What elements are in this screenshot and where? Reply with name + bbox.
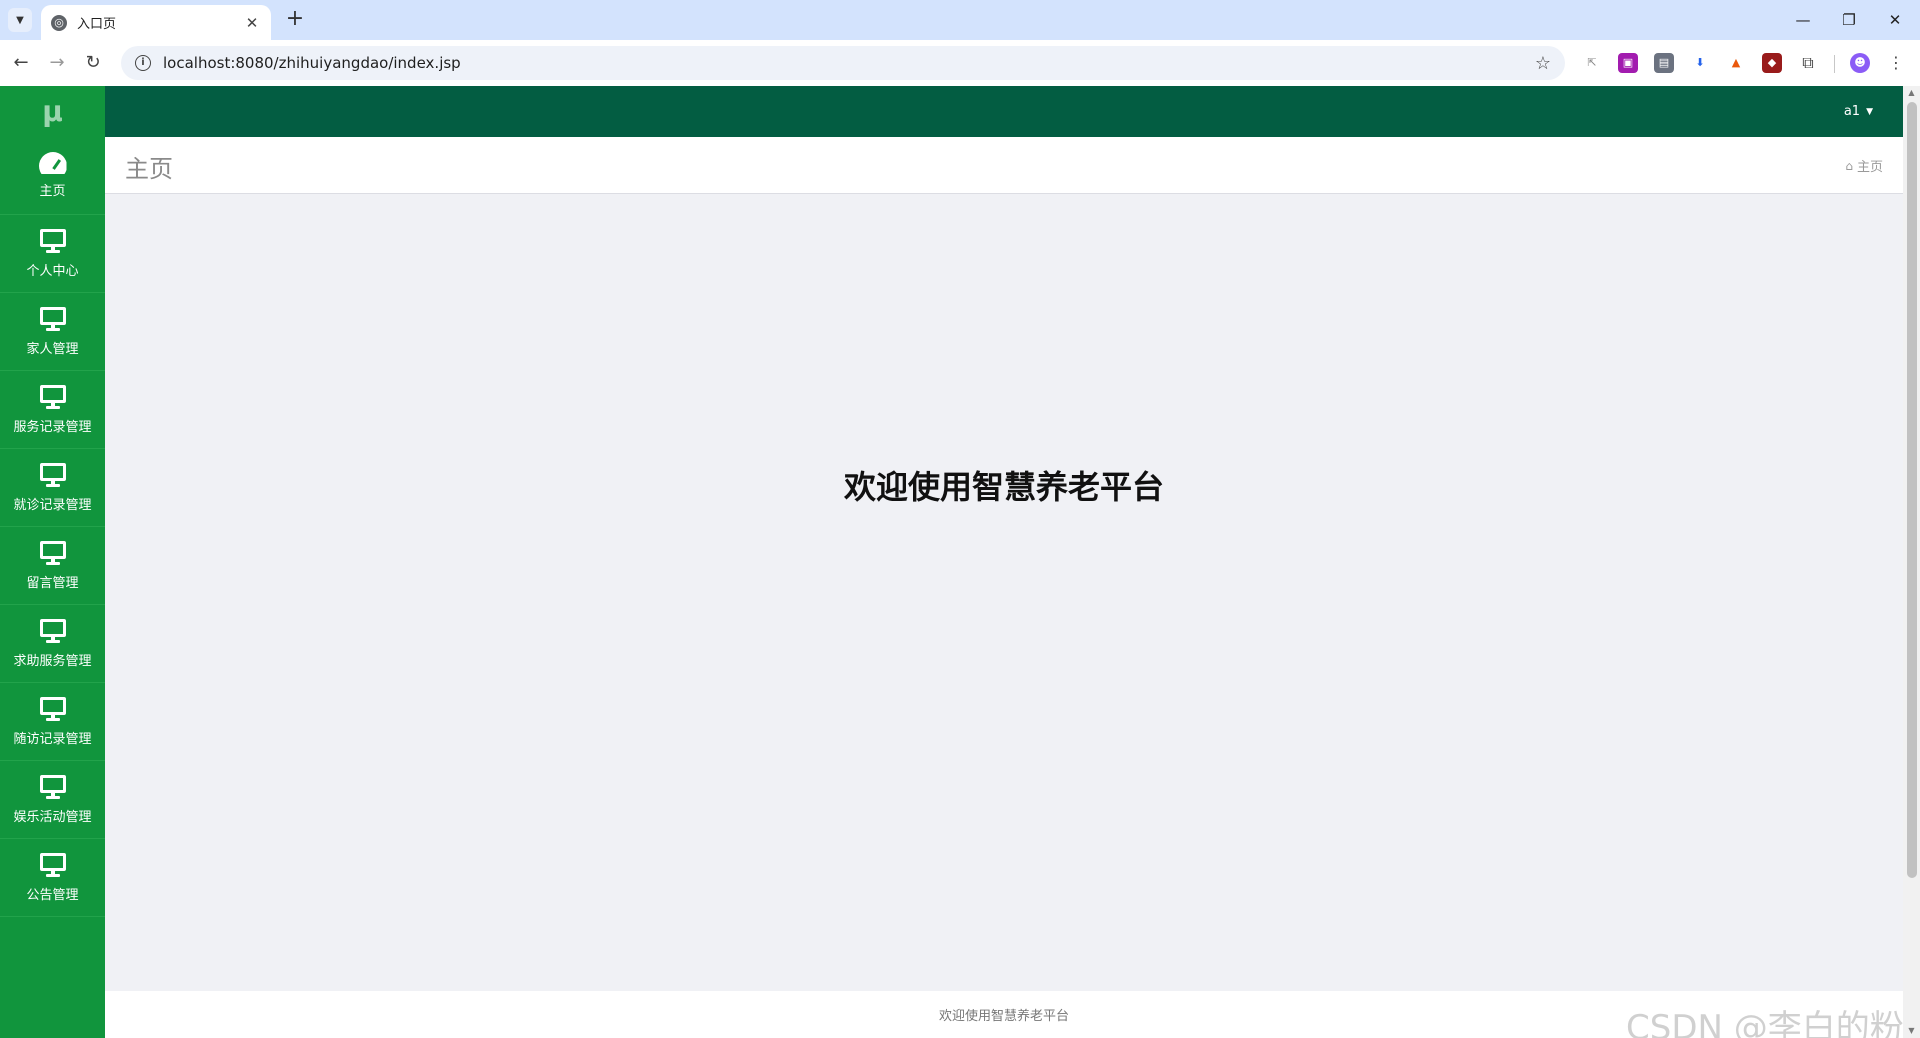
monitor-icon: [39, 228, 66, 254]
page-title: 主页: [125, 155, 173, 183]
site-info-icon[interactable]: i: [135, 55, 151, 71]
extension-cursor-icon[interactable]: ⇱: [1582, 53, 1602, 73]
web-page: μ 主页 个人中心 家人管理 服务记录管理 就诊记录管理 留言管理 求助服务管理: [0, 86, 1920, 1038]
scroll-up-icon[interactable]: ▲: [1903, 86, 1920, 100]
minimize-button[interactable]: —: [1780, 0, 1826, 40]
sidebar-item-label: 主页: [39, 184, 66, 199]
monitor-icon: [39, 852, 66, 878]
sidebar-item-activities[interactable]: 娱乐活动管理: [0, 761, 105, 839]
welcome-heading: 欢迎使用智慧养老平台: [843, 468, 1164, 506]
monitor-icon: [39, 774, 66, 800]
extension-grey-icon[interactable]: ▤: [1654, 53, 1674, 73]
sidebar-item-label: 娱乐活动管理: [13, 810, 92, 825]
sidebar-item-label: 就诊记录管理: [13, 498, 92, 513]
extension-purple-icon[interactable]: ▣: [1618, 53, 1638, 73]
scroll-down-icon[interactable]: ▼: [1903, 1024, 1920, 1038]
main-content: 欢迎使用智慧养老平台: [105, 194, 1903, 991]
csdn-watermark: CSDN @李白的粉: [1626, 1008, 1904, 1038]
browser-toolbar: ← → ↻ i localhost:8080/zhihuiyangdao/ind…: [0, 40, 1920, 86]
monitor-icon: [39, 462, 66, 488]
brand-logo[interactable]: μ: [0, 86, 105, 137]
home-icon: ⌂: [1845, 158, 1853, 173]
user-dropdown[interactable]: a1 ▼: [1844, 86, 1873, 137]
close-window-button[interactable]: ✕: [1872, 0, 1918, 40]
globe-icon: ◎: [51, 14, 67, 31]
tab-search-button[interactable]: ▼: [8, 8, 32, 32]
sidebar-item-personal-center[interactable]: 个人中心: [0, 215, 105, 293]
close-icon[interactable]: ✕: [243, 14, 261, 32]
monitor-icon: [39, 696, 66, 722]
profile-avatar[interactable]: ☻: [1850, 53, 1870, 73]
breadcrumb-home-link[interactable]: 主页: [1857, 156, 1883, 175]
sidebar-item-label: 随访记录管理: [13, 732, 92, 747]
reload-button[interactable]: ↻: [81, 51, 105, 75]
sidebar-item-service-records[interactable]: 服务记录管理: [0, 371, 105, 449]
monitor-icon: [39, 384, 66, 410]
sidebar-item-messages[interactable]: 留言管理: [0, 527, 105, 605]
back-button[interactable]: ←: [9, 51, 33, 75]
browser-tabstrip: ▼ ◎ 入口页 ✕ + — ❐ ✕: [0, 0, 1920, 40]
monitor-icon: [39, 618, 66, 644]
bookmark-star-icon[interactable]: ☆: [1535, 53, 1551, 74]
extensions-puzzle-icon[interactable]: ⧉: [1798, 53, 1818, 73]
tab-title: 入口页: [77, 17, 117, 32]
url-text: localhost:8080/zhihuiyangdao/index.jsp: [163, 54, 461, 72]
scroll-thumb[interactable]: [1907, 102, 1917, 878]
sidebar-item-label: 求助服务管理: [13, 654, 92, 669]
dashboard-icon: [38, 152, 67, 174]
footer-text: 欢迎使用智慧养老平台: [938, 1009, 1069, 1024]
forward-button[interactable]: →: [45, 51, 69, 75]
username: a1: [1843, 104, 1861, 119]
address-bar[interactable]: i localhost:8080/zhihuiyangdao/index.jsp…: [121, 46, 1565, 80]
browser-menu-icon[interactable]: ⋮: [1886, 53, 1906, 73]
caret-down-icon: ▼: [1866, 106, 1873, 117]
extension-blue-icon[interactable]: ⬇: [1690, 53, 1710, 73]
sidebar-item-announcements[interactable]: 公告管理: [0, 839, 105, 917]
sidebar-item-label: 服务记录管理: [13, 420, 92, 435]
restore-button[interactable]: ❐: [1826, 0, 1872, 40]
sidebar-item-label: 家人管理: [26, 342, 79, 357]
sidebar: μ 主页 个人中心 家人管理 服务记录管理 就诊记录管理 留言管理 求助服务管理: [0, 86, 105, 1038]
ublock-icon[interactable]: ◆: [1762, 53, 1782, 73]
new-tab-button[interactable]: +: [283, 8, 307, 32]
sidebar-item-label: 留言管理: [26, 576, 79, 591]
page-scrollbar[interactable]: ▲ ▼: [1903, 86, 1920, 1038]
monitor-icon: [39, 540, 66, 566]
sidebar-item-followup-records[interactable]: 随访记录管理: [0, 683, 105, 761]
page-header: 主页 ⌂ 主页: [105, 137, 1903, 194]
top-navbar: a1 ▼: [105, 86, 1903, 137]
sidebar-item-home[interactable]: 主页: [0, 137, 105, 215]
sidebar-item-help-service[interactable]: 求助服务管理: [0, 605, 105, 683]
sidebar-item-label: 公告管理: [26, 888, 79, 903]
breadcrumb: ⌂ 主页: [1845, 156, 1883, 176]
sidebar-item-family[interactable]: 家人管理: [0, 293, 105, 371]
monitor-icon: [39, 306, 66, 332]
sidebar-item-medical-records[interactable]: 就诊记录管理: [0, 449, 105, 527]
extension-orange-icon[interactable]: ▲: [1726, 53, 1746, 73]
sidebar-item-label: 个人中心: [26, 264, 79, 279]
browser-tab[interactable]: ◎ 入口页 ✕: [41, 5, 271, 40]
